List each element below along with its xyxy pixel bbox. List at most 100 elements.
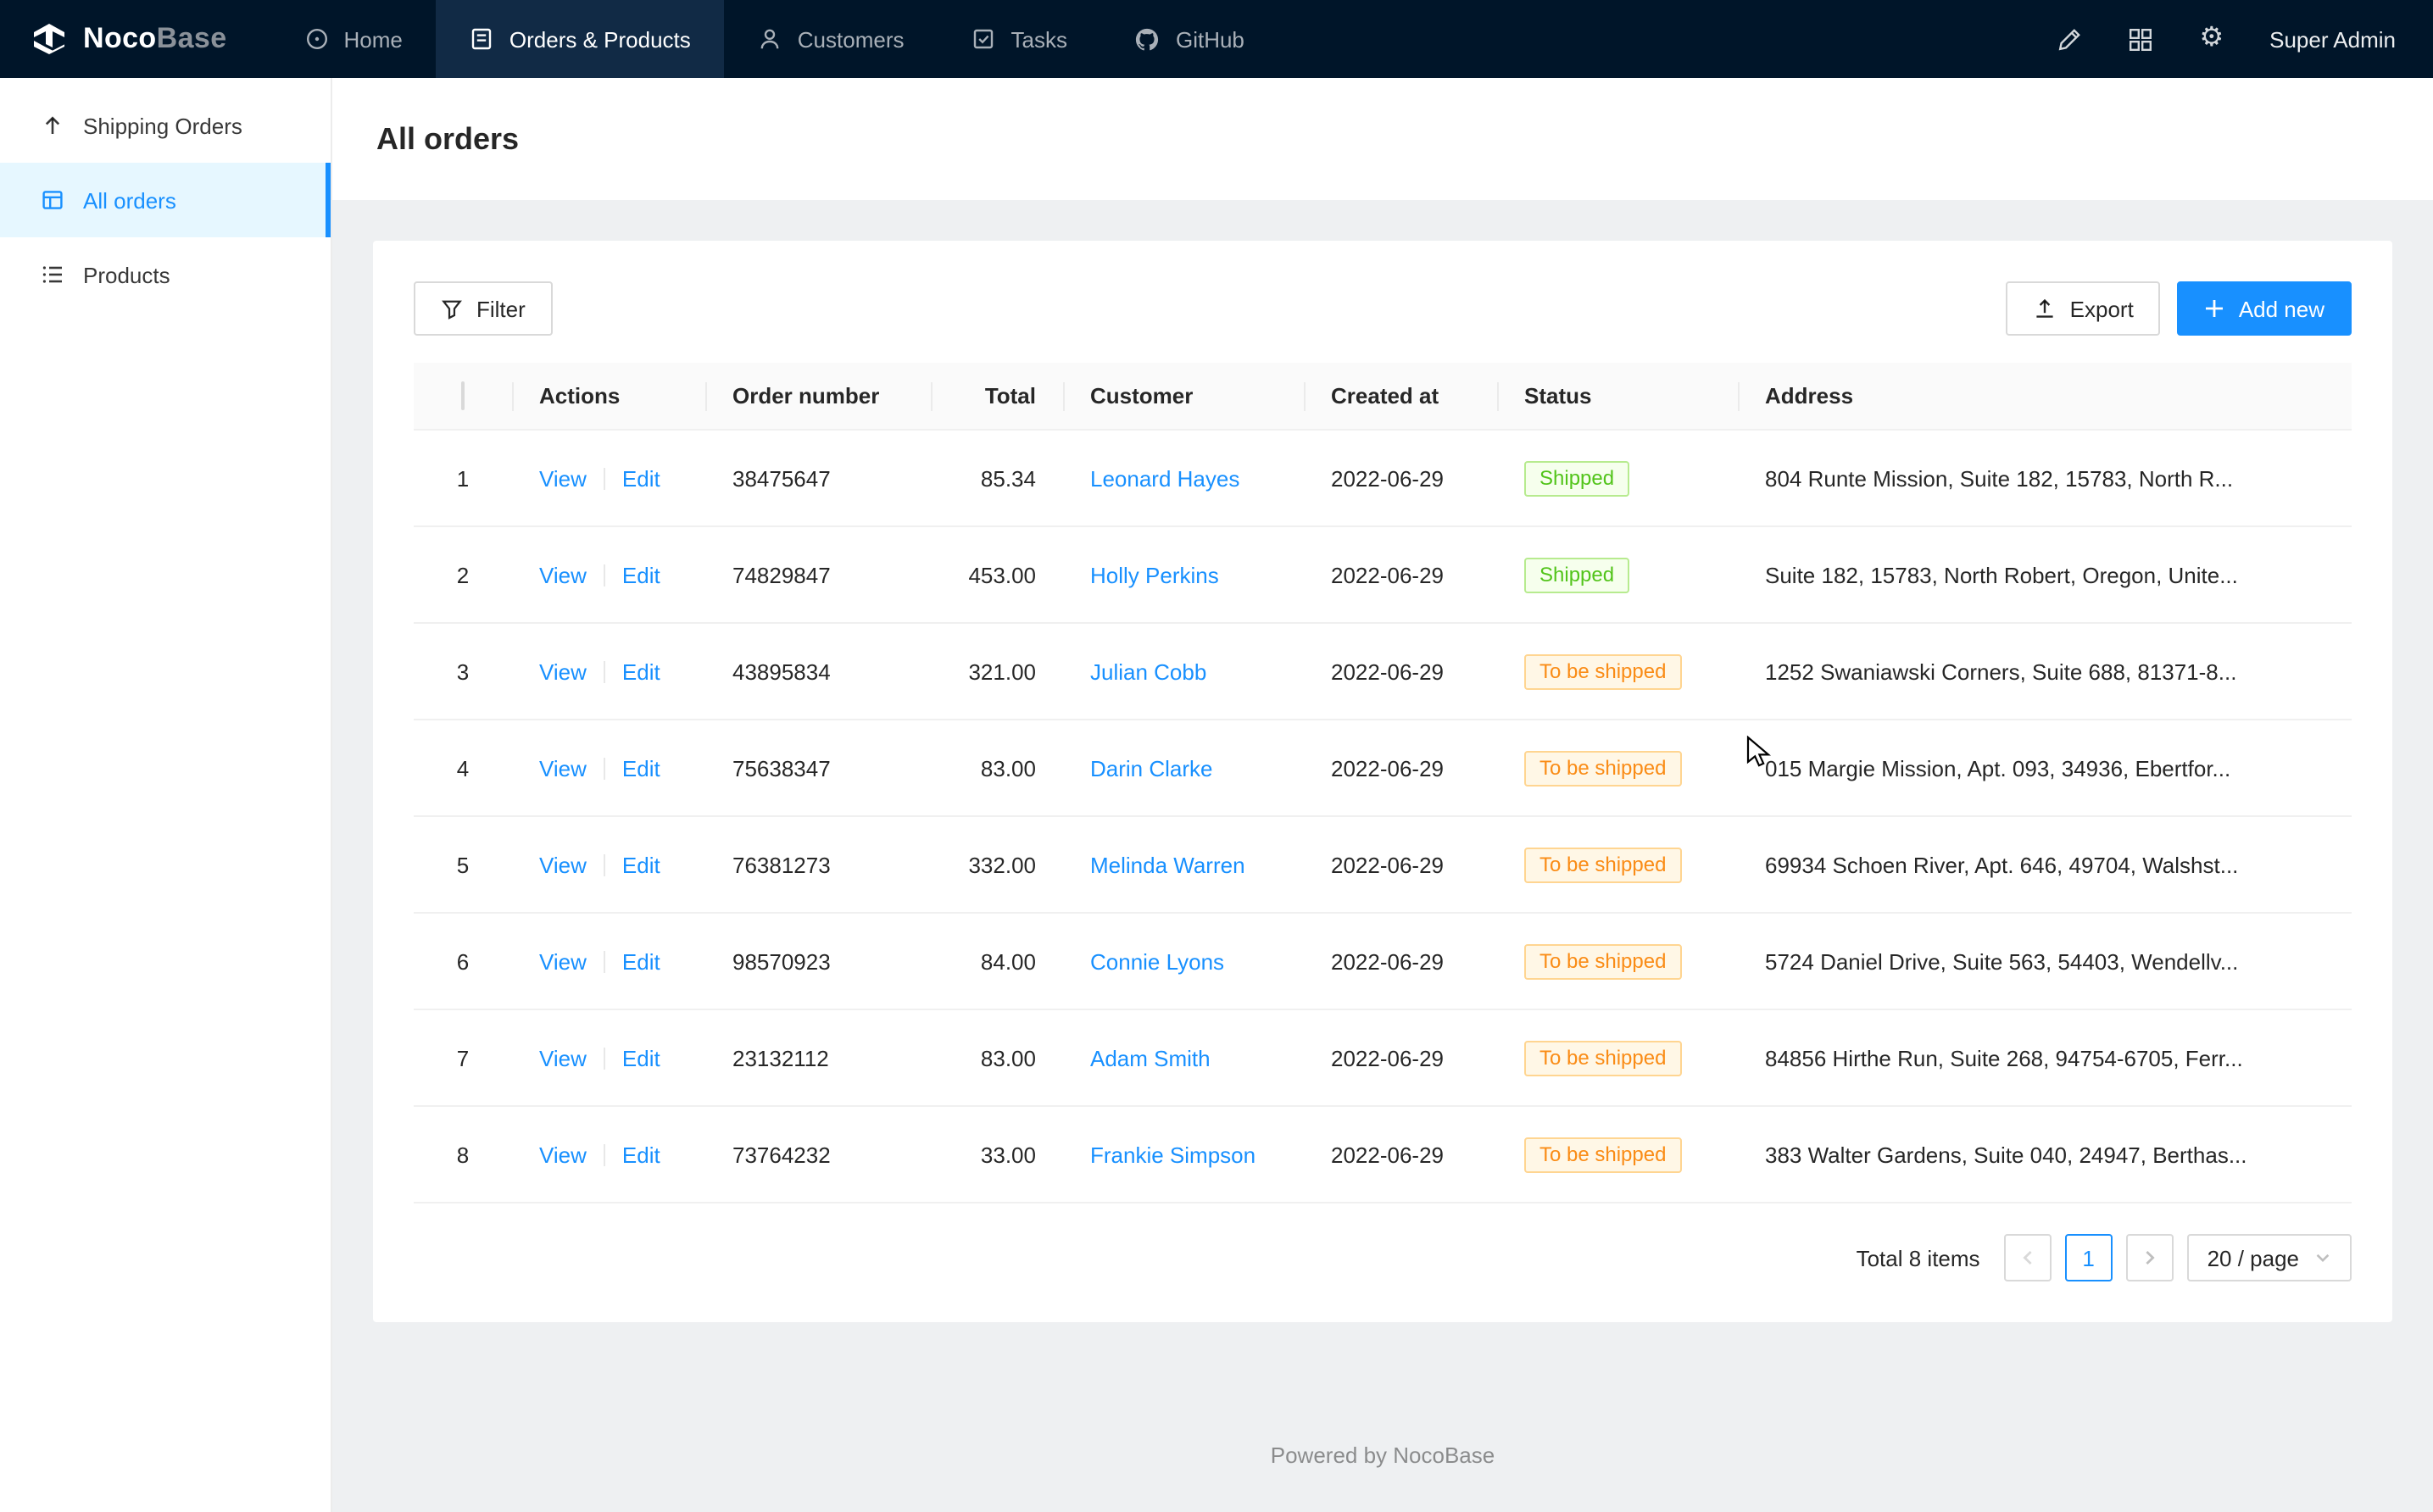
created-at-cell: 2022-06-29 — [1304, 913, 1497, 1009]
address-cell: 1252 Swaniawski Corners, Suite 688, 8137… — [1738, 623, 2352, 720]
status-badge: To be shipped — [1524, 847, 1681, 882]
pagination: Total 8 items 1 20 / page — [414, 1234, 2352, 1281]
total-cell: 33.00 — [931, 1106, 1063, 1203]
filter-button[interactable]: Filter — [414, 281, 553, 336]
created-at-cell: 2022-06-29 — [1304, 720, 1497, 816]
customer-link[interactable]: Adam Smith — [1090, 1045, 1211, 1070]
column-header-address: Address — [1738, 363, 2352, 430]
order-number-cell: 98570923 — [705, 913, 931, 1009]
navbar-actions: ⚙ Super Admin — [2057, 0, 2433, 78]
address-cell: 69934 Schoen River, Apt. 646, 49704, Wal… — [1738, 816, 2352, 913]
tasks-icon — [972, 27, 996, 51]
edit-link[interactable]: Edit — [622, 755, 660, 781]
edit-link[interactable]: Edit — [622, 948, 660, 974]
orders-card: Filter Export Add new — [373, 241, 2392, 1322]
column-header-status: Status — [1497, 363, 1738, 430]
customer-link[interactable]: Julian Cobb — [1090, 659, 1206, 684]
status-badge: To be shipped — [1524, 1137, 1681, 1172]
customer-link[interactable]: Connie Lyons — [1090, 948, 1224, 974]
order-number-cell: 76381273 — [705, 816, 931, 913]
list-icon — [41, 263, 64, 286]
export-button[interactable]: Export — [2006, 281, 2161, 336]
action-divider — [604, 564, 605, 586]
nav-item-label: Customers — [798, 26, 905, 52]
plus-icon — [2205, 298, 2225, 319]
prev-page-button[interactable] — [2004, 1234, 2052, 1281]
view-link[interactable]: View — [539, 1045, 587, 1070]
select-all-checkbox[interactable] — [461, 381, 465, 410]
edit-link[interactable]: Edit — [622, 1142, 660, 1167]
ui-editor-highlighter-icon[interactable] — [2057, 26, 2082, 52]
nocobase-logo[interactable]: NocoBase — [0, 0, 271, 78]
status-badge: To be shipped — [1524, 943, 1681, 979]
total-cell: 321.00 — [931, 623, 1063, 720]
settings-gear-icon[interactable]: ⚙ — [2199, 25, 2224, 53]
main-area: All orders Filter Export — [332, 78, 2433, 1512]
customer-link[interactable]: Darin Clarke — [1090, 755, 1213, 781]
created-at-cell: 2022-06-29 — [1304, 816, 1497, 913]
action-divider — [604, 853, 605, 876]
nocobase-logo-icon — [31, 22, 68, 56]
sidebar: Shipping Orders All orders Products — [0, 78, 332, 1512]
order-number-cell: 75638347 — [705, 720, 931, 816]
action-divider — [604, 467, 605, 489]
status-badge: To be shipped — [1524, 750, 1681, 786]
customer-link[interactable]: Frankie Simpson — [1090, 1142, 1255, 1167]
view-link[interactable]: View — [539, 1142, 587, 1167]
view-link[interactable]: View — [539, 755, 587, 781]
page-number-button[interactable]: 1 — [2065, 1234, 2113, 1281]
orders-table: Actions Order number Total Customer Crea… — [414, 363, 2352, 1203]
address-cell: 5724 Daniel Drive, Suite 563, 54403, Wen… — [1738, 913, 2352, 1009]
total-cell: 83.00 — [931, 1009, 1063, 1106]
table-header-row: Actions Order number Total Customer Crea… — [414, 363, 2352, 430]
view-link[interactable]: View — [539, 852, 587, 877]
address-cell: 804 Runte Mission, Suite 182, 15783, Nor… — [1738, 430, 2352, 526]
add-new-button[interactable]: Add new — [2178, 281, 2352, 336]
nav-item-customers[interactable]: Customers — [725, 0, 938, 78]
created-at-cell: 2022-06-29 — [1304, 1009, 1497, 1106]
edit-link[interactable]: Edit — [622, 852, 660, 877]
nav-item-home[interactable]: Home — [271, 0, 437, 78]
total-cell: 85.34 — [931, 430, 1063, 526]
edit-link[interactable]: Edit — [622, 659, 660, 684]
order-number-cell: 43895834 — [705, 623, 931, 720]
customer-link[interactable]: Holly Perkins — [1090, 562, 1219, 587]
nav-item-label: Tasks — [1011, 26, 1067, 52]
table-row: 6 ViewEdit 98570923 84.00 Connie Lyons 2… — [414, 913, 2352, 1009]
edit-link[interactable]: Edit — [622, 1045, 660, 1070]
sidebar-item-label: Shipping Orders — [83, 113, 242, 138]
total-cell: 84.00 — [931, 913, 1063, 1009]
nav-item-label: Home — [344, 26, 403, 52]
nav-item-orders-products[interactable]: Orders & Products — [437, 0, 725, 78]
view-link[interactable]: View — [539, 562, 587, 587]
app-root: NocoBase Home Orders & Products Customer… — [0, 0, 2433, 1512]
column-header-actions: Actions — [512, 363, 705, 430]
nav-item-label: Orders & Products — [509, 26, 691, 52]
view-link[interactable]: View — [539, 948, 587, 974]
edit-link[interactable]: Edit — [622, 465, 660, 491]
view-link[interactable]: View — [539, 659, 587, 684]
customer-link[interactable]: Melinda Warren — [1090, 852, 1245, 877]
address-cell: Suite 182, 15783, North Robert, Oregon, … — [1738, 526, 2352, 623]
next-page-button[interactable] — [2126, 1234, 2174, 1281]
action-divider — [604, 1047, 605, 1069]
status-badge: To be shipped — [1524, 653, 1681, 689]
sidebar-item-all-orders[interactable]: All orders — [0, 163, 331, 237]
view-link[interactable]: View — [539, 465, 587, 491]
action-divider — [604, 757, 605, 779]
nav-item-tasks[interactable]: Tasks — [938, 0, 1101, 78]
edit-link[interactable]: Edit — [622, 562, 660, 587]
plugin-manager-grid-icon[interactable] — [2128, 26, 2153, 52]
sidebar-item-shipping-orders[interactable]: Shipping Orders — [0, 88, 331, 163]
sidebar-item-products[interactable]: Products — [0, 237, 331, 312]
status-badge: Shipped — [1524, 460, 1629, 496]
content-area: Filter Export Add new — [332, 200, 2433, 1512]
page-title: All orders — [376, 121, 519, 157]
nav-item-github[interactable]: GitHub — [1101, 0, 1278, 78]
page-size-select[interactable]: 20 / page — [2187, 1234, 2352, 1281]
customer-link[interactable]: Leonard Hayes — [1090, 465, 1239, 491]
table-row: 7 ViewEdit 23132112 83.00 Adam Smith 202… — [414, 1009, 2352, 1106]
sidebar-item-label: Products — [83, 262, 170, 287]
address-cell: 84856 Hirthe Run, Suite 268, 94754-6705,… — [1738, 1009, 2352, 1106]
user-menu[interactable]: Super Admin — [2269, 26, 2396, 52]
